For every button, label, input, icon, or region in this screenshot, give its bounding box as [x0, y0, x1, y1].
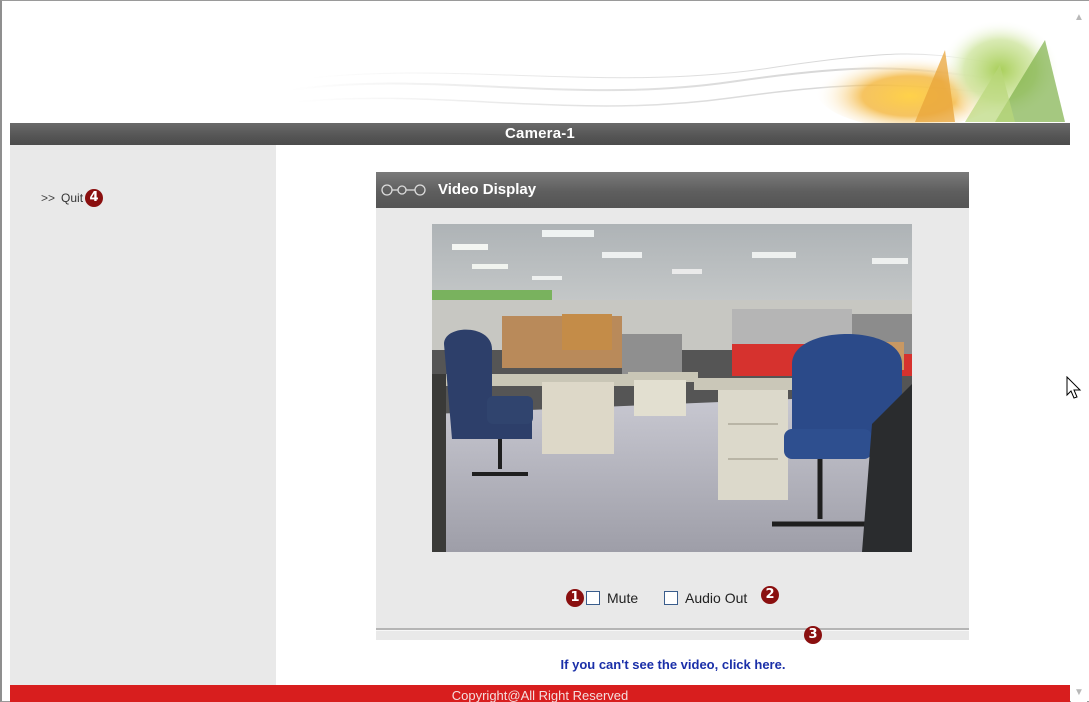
mute-checkbox[interactable] — [586, 591, 600, 605]
video-feed[interactable] — [432, 224, 912, 552]
quit-arrows: >> — [41, 191, 56, 205]
audio-controls: 1 Mute Audio Out 2 — [376, 586, 969, 610]
callout-badge-2: 2 — [761, 586, 779, 604]
rings-icon — [381, 184, 426, 196]
audio-out-label: Audio Out — [685, 590, 748, 606]
audio-out-checkbox[interactable] — [664, 591, 678, 605]
callout-badge-4: 4 — [85, 189, 104, 207]
copyright-text: Copyright@All Right Reserved — [451, 688, 629, 702]
video-panel-title: Video Display — [438, 181, 537, 198]
sidebar: >> Quit 4 — [10, 145, 276, 685]
page-title: Camera-1 — [505, 125, 575, 142]
mouse-cursor-icon — [1066, 376, 1082, 399]
page-content: Camera-1 >> Quit 4 Video Display 1 Mute … — [10, 10, 1070, 702]
video-display-panel: Video Display 1 Mute Audio Out 2 3 — [376, 172, 969, 644]
video-frame-image — [432, 224, 912, 552]
quit-link[interactable]: >> Quit 4 — [41, 189, 104, 207]
mute-label: Mute — [607, 590, 639, 606]
panel-divider — [376, 628, 969, 631]
callout-badge-3: 3 — [804, 626, 822, 644]
page-title-bar: Camera-1 — [10, 123, 1070, 145]
header-banner — [10, 10, 1070, 123]
vertical-scrollbar[interactable]: ▲ ▼ — [1071, 10, 1087, 702]
scroll-up-icon[interactable]: ▲ — [1071, 10, 1087, 26]
main-area: Video Display 1 Mute Audio Out 2 3 If yo… — [276, 145, 1070, 685]
banner-graphic — [289, 20, 1065, 123]
video-help-link[interactable]: If you can't see the video, click here. — [276, 657, 1070, 672]
footer: Copyright@All Right Reserved — [10, 685, 1070, 702]
video-panel-header: Video Display — [376, 172, 969, 208]
quit-label: Quit — [61, 191, 84, 205]
scroll-down-icon[interactable]: ▼ — [1071, 685, 1087, 701]
callout-badge-1: 1 — [566, 589, 584, 607]
